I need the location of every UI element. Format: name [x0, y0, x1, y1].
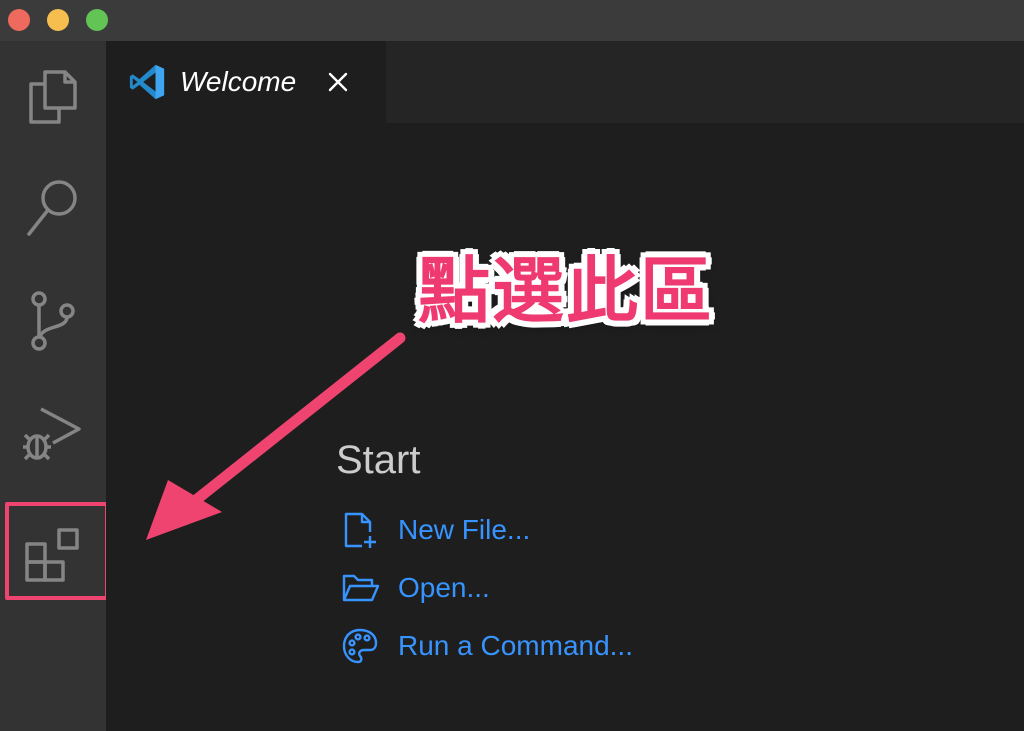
annotation-callout: 點選此區: [418, 249, 715, 333]
annotation-arrow: [146, 332, 406, 540]
